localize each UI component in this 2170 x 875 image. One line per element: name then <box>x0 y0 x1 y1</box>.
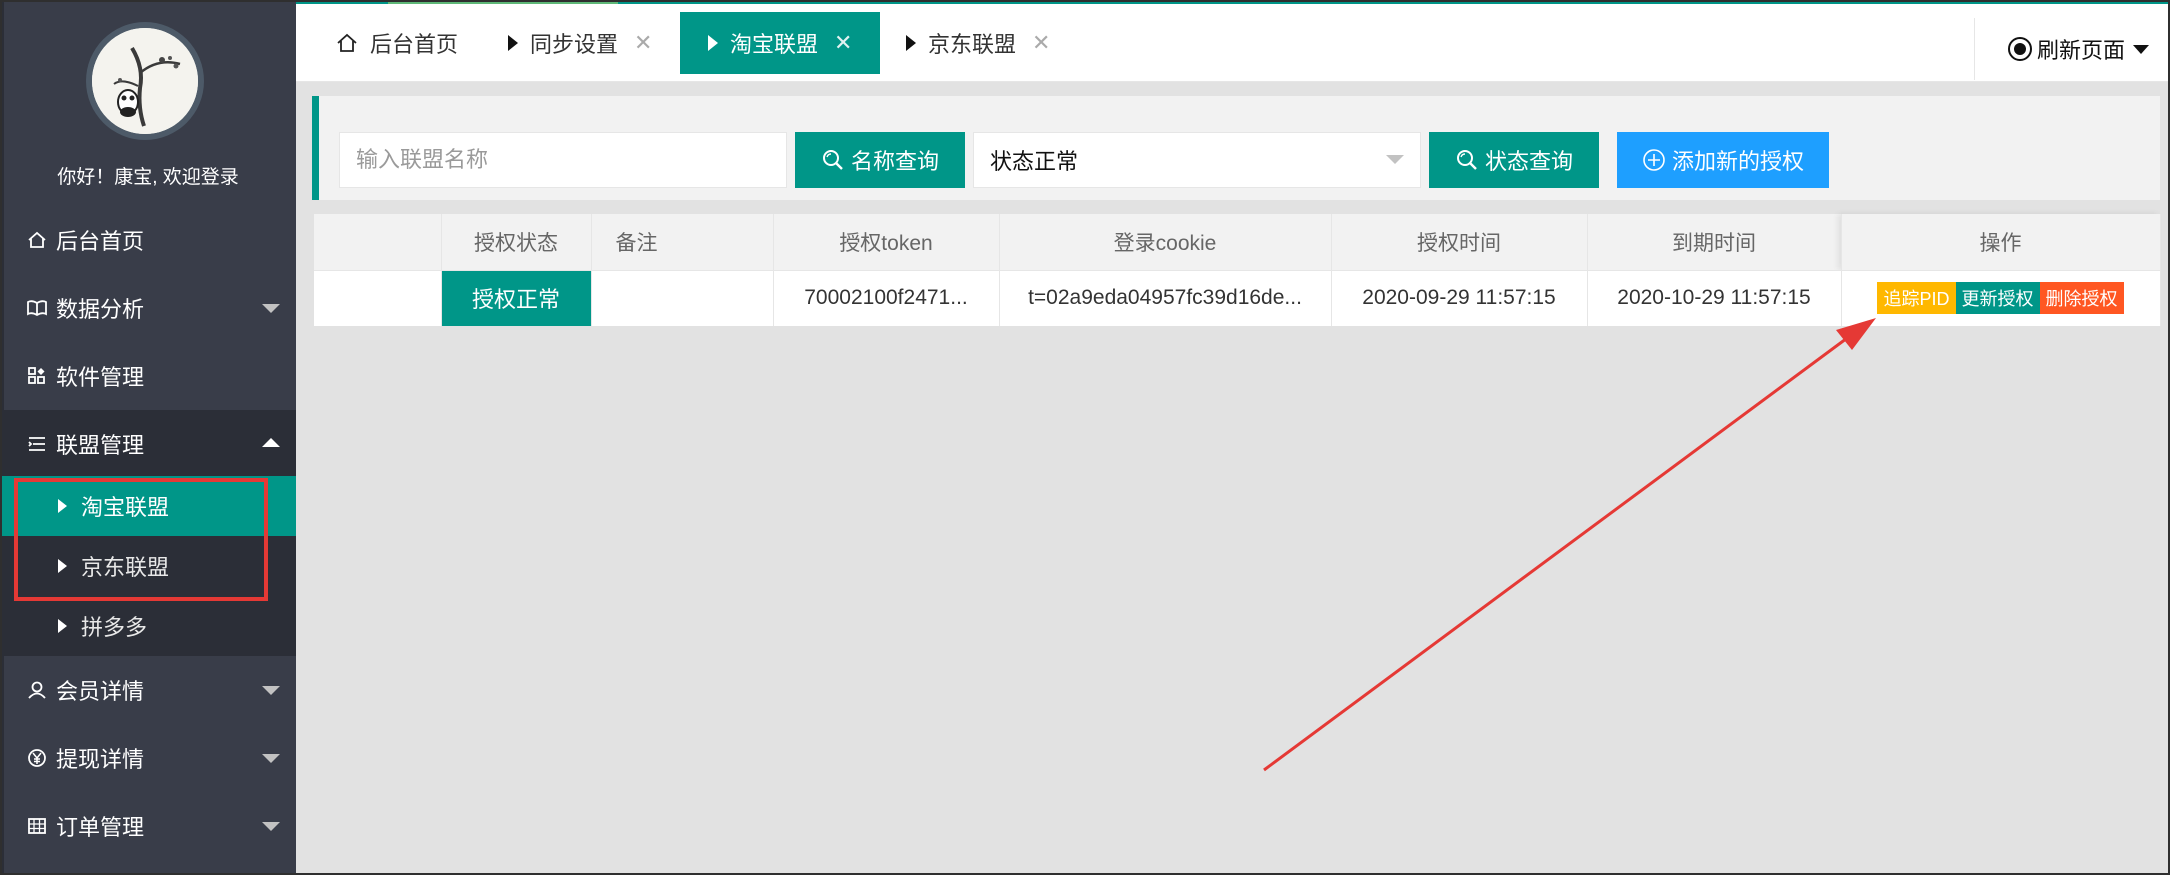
status-select-value: 状态正常 <box>990 149 1079 174</box>
column-header[interactable]: 备注 <box>591 214 774 270</box>
sidebar-subitem-pinduoduo[interactable]: 拼多多 <box>0 596 296 656</box>
chevron-down-icon <box>262 822 280 831</box>
column-header[interactable]: 登录cookie <box>999 214 1332 270</box>
welcome-text: 你好！康宝, 欢迎登录 <box>57 167 239 188</box>
grid-icon <box>26 815 48 837</box>
sidebar-item-alliance[interactable]: 联盟管理 <box>0 410 296 478</box>
home-icon <box>26 229 48 251</box>
name-search-label: 名称查询 <box>850 149 939 174</box>
column-header[interactable]: 到期时间 <box>1587 214 1842 270</box>
chevron-down-icon <box>262 686 280 695</box>
triangle-right-icon <box>708 35 718 51</box>
tab-label: 后台首页 <box>370 32 459 57</box>
apps-icon <box>26 365 48 387</box>
triangle-right-icon <box>906 35 916 51</box>
sidebar-item-software[interactable]: 软件管理 <box>0 342 296 410</box>
search-icon <box>1455 148 1479 172</box>
sidebar-item-members[interactable]: 会员详情 <box>0 656 296 724</box>
note-cell <box>591 269 774 326</box>
track-pid-button[interactable]: 追踪PID <box>1877 282 1956 315</box>
table-row: 授权正常 70002100f2471... t=02a9eda04957fc39… <box>314 269 2161 326</box>
table-header-row: 授权状态 备注 授权token 登录cookie 授权时间 到期时间 操作 <box>314 214 2161 270</box>
delete-authorization-button[interactable]: 删除授权 <box>2039 282 2124 315</box>
cookie-cell: t=02a9eda04957fc39d16de... <box>999 269 1332 326</box>
user-icon <box>26 679 48 701</box>
update-authorization-button[interactable]: 更新授权 <box>1955 282 2040 315</box>
triangle-right-icon <box>508 35 518 51</box>
sidebar-subitem-label: 拼多多 <box>81 615 148 640</box>
auth-time-cell: 2020-09-29 11:57:15 <box>1331 269 1588 326</box>
avatar[interactable] <box>86 22 204 140</box>
tab-home[interactable]: 后台首页 <box>336 12 458 74</box>
sidebar-item-label: 后台首页 <box>56 229 145 254</box>
tab-label: 京东联盟 <box>928 32 1017 57</box>
annotation-highlight-box <box>14 478 268 601</box>
close-icon[interactable]: ✕ <box>834 30 852 56</box>
token-cell: 70002100f2471... <box>773 269 1000 326</box>
column-header[interactable]: 授权token <box>773 214 1000 270</box>
chevron-down-icon <box>1386 155 1404 164</box>
radio-dot-icon <box>2007 36 2033 62</box>
sidebar-item-label: 订单管理 <box>56 815 145 840</box>
sidebar-item-label: 会员详情 <box>56 679 145 704</box>
main-content: 名称查询 状态正常 状态查询 添加新的授权 <box>296 82 2170 875</box>
add-authorization-button[interactable]: 添加新的授权 <box>1617 132 1829 188</box>
tab-label: 同步设置 <box>530 32 619 57</box>
tab-jd-alliance[interactable]: 京东联盟 ✕ <box>906 12 1050 74</box>
yen-icon <box>26 747 48 769</box>
refresh-page-button[interactable]: 刷新页面 <box>1974 18 2170 80</box>
tab-sync-settings[interactable]: 同步设置 ✕ <box>508 12 652 74</box>
sidebar-item-label: 软件管理 <box>56 365 145 390</box>
name-search-button[interactable]: 名称查询 <box>795 132 965 188</box>
search-icon <box>821 148 845 172</box>
sidebar-item-label: 联盟管理 <box>56 433 145 458</box>
sidebar-item-home[interactable]: 后台首页 <box>0 206 296 274</box>
status-search-button[interactable]: 状态查询 <box>1429 132 1599 188</box>
column-header[interactable]: 授权状态 <box>441 214 592 270</box>
tab-bar: 后台首页 同步设置 ✕ 淘宝联盟 ✕ 京东联盟 ✕ <box>296 0 2170 82</box>
sidebar-item-withdrawals[interactable]: 提现详情 <box>0 724 296 792</box>
sidebar: 你好！康宝, 欢迎登录 后台首页 数据分析 软件管理 联盟管理 淘宝联盟 京东联… <box>0 0 296 875</box>
status-select[interactable]: 状态正常 <box>973 132 1421 188</box>
top-accent-highlight <box>388 0 618 4</box>
tab-label: 淘宝联盟 <box>730 32 819 57</box>
sidebar-item-data-analysis[interactable]: 数据分析 <box>0 274 296 342</box>
close-icon[interactable]: ✕ <box>634 30 652 56</box>
add-authorization-label: 添加新的授权 <box>1671 149 1804 174</box>
filter-bar: 名称查询 状态正常 状态查询 添加新的授权 <box>312 96 2160 200</box>
sidebar-item-label: 提现详情 <box>56 747 145 772</box>
expire-time-cell: 2020-10-29 11:57:15 <box>1587 269 1842 326</box>
authorization-table: 授权状态 备注 授权token 登录cookie 授权时间 到期时间 操作 授权… <box>314 214 2161 326</box>
chevron-up-icon <box>262 438 280 447</box>
sidebar-item-label: 数据分析 <box>56 297 145 322</box>
chevron-down-icon <box>262 304 280 313</box>
chevron-down-icon <box>262 754 280 763</box>
status-badge: 授权正常 <box>441 269 592 326</box>
list-icon <box>26 433 48 455</box>
triangle-right-icon <box>58 619 67 633</box>
column-header: 操作 <box>1841 214 2161 270</box>
avatar-image <box>92 28 198 134</box>
book-icon <box>26 297 48 319</box>
plus-circle-icon <box>1642 148 1666 172</box>
tab-taobao-alliance[interactable]: 淘宝联盟 ✕ <box>680 12 881 74</box>
status-search-label: 状态查询 <box>1484 149 1573 174</box>
chevron-down-icon <box>2133 44 2150 54</box>
sidebar-item-orders[interactable]: 订单管理 <box>0 792 296 860</box>
column-header[interactable]: 授权时间 <box>1331 214 1588 270</box>
close-icon[interactable]: ✕ <box>1032 30 1050 56</box>
column-header <box>314 214 442 270</box>
actions-cell: 追踪PID 更新授权 删除授权 <box>1841 269 2161 326</box>
blank-cell <box>314 269 442 326</box>
alliance-name-input[interactable] <box>339 132 787 188</box>
home-icon <box>336 32 358 54</box>
refresh-label: 刷新页面 <box>2037 38 2126 63</box>
